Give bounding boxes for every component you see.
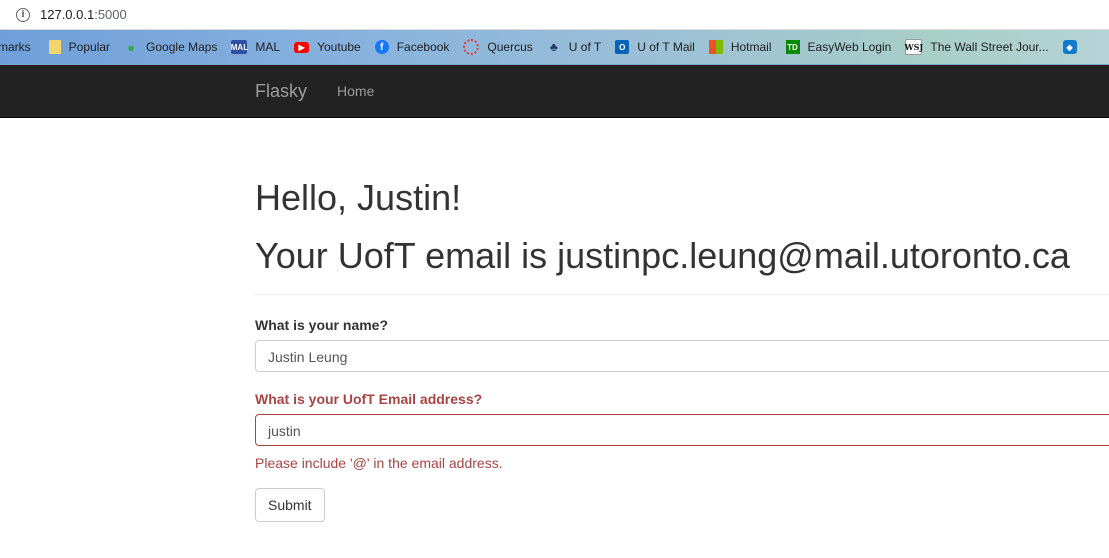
bookmark-label: EasyWeb Login: [807, 40, 892, 54]
name-label: What is your name?: [255, 317, 389, 333]
bookmark-hotmail[interactable]: Hotmail: [708, 40, 772, 54]
microsoft-icon: [708, 40, 723, 54]
email-label: What is your UofT Email address?: [255, 391, 483, 407]
td-icon: TD: [785, 40, 800, 54]
email-heading: Your UofT email is justinpc.leung@mail.u…: [255, 235, 1070, 276]
name-input[interactable]: Justin Leung: [255, 340, 1109, 372]
bookmark-chase[interactable]: ◆: [1062, 40, 1085, 54]
bookmark-youtube[interactable]: ▶ Youtube: [294, 40, 361, 54]
bookmark-quercus[interactable]: Quercus: [463, 39, 533, 55]
divider: [255, 294, 1109, 295]
google-maps-icon: ●: [127, 39, 135, 55]
folder-icon: [48, 40, 61, 54]
facebook-icon: f: [374, 40, 389, 54]
uoft-icon: ♣: [549, 40, 558, 54]
url-host: 127.0.0.1: [40, 7, 95, 22]
bookmark-other[interactable]: marks: [0, 40, 31, 54]
bookmark-uoft-mail[interactable]: O U of T Mail: [615, 40, 695, 54]
url-port: :5000: [94, 7, 127, 22]
bookmark-label: The Wall Street Jour...: [930, 40, 1049, 54]
bookmark-label: Hotmail: [730, 40, 772, 54]
bookmark-label: U of T Mail: [637, 40, 695, 54]
bookmark-easyweb[interactable]: TD EasyWeb Login: [785, 40, 892, 54]
top-navbar: Flasky Home: [0, 65, 1109, 118]
bookmark-uoft[interactable]: ♣ U of T: [547, 40, 601, 54]
url-text[interactable]: 127.0.0.1:5000: [40, 7, 127, 22]
bookmark-wsj[interactable]: WSJ The Wall Street Jour...: [905, 39, 1049, 55]
submit-button[interactable]: Submit: [255, 488, 325, 522]
bookmark-mal[interactable]: MAL MAL: [231, 40, 280, 54]
greeting-heading: Hello, Justin!: [255, 177, 462, 218]
email-input[interactable]: justin: [255, 414, 1109, 446]
bookmark-popular[interactable]: Popular: [48, 40, 111, 54]
bookmark-label: U of T: [568, 40, 602, 54]
address-bar[interactable]: i 127.0.0.1:5000: [0, 0, 1109, 30]
youtube-icon: ▶: [294, 41, 310, 53]
navbar-brand[interactable]: Flasky: [255, 81, 307, 102]
info-icon[interactable]: i: [16, 7, 30, 22]
bookmarks-bar: marks Popular ● Google Maps MAL MAL ▶ Yo…: [0, 30, 1109, 65]
chase-icon: ◆: [1062, 40, 1077, 54]
bookmark-google-maps[interactable]: ● Google Maps: [124, 39, 218, 55]
email-error-message: Please include '@' in the email address.: [255, 455, 503, 471]
outlook-icon: O: [615, 40, 630, 54]
bookmark-label: marks: [0, 40, 31, 54]
bookmark-facebook[interactable]: f Facebook: [374, 40, 450, 54]
wsj-icon: WSJ: [905, 39, 923, 55]
bookmark-label: MAL: [255, 40, 281, 54]
quercus-icon: [463, 39, 480, 55]
bookmark-label: Youtube: [317, 40, 361, 54]
bookmark-label: Google Maps: [146, 40, 218, 54]
nav-link-home[interactable]: Home: [337, 83, 374, 99]
bookmark-label: Popular: [68, 40, 111, 54]
mal-icon: MAL: [231, 40, 248, 54]
bookmark-label: Facebook: [396, 40, 450, 54]
bookmark-label: Quercus: [487, 40, 533, 54]
